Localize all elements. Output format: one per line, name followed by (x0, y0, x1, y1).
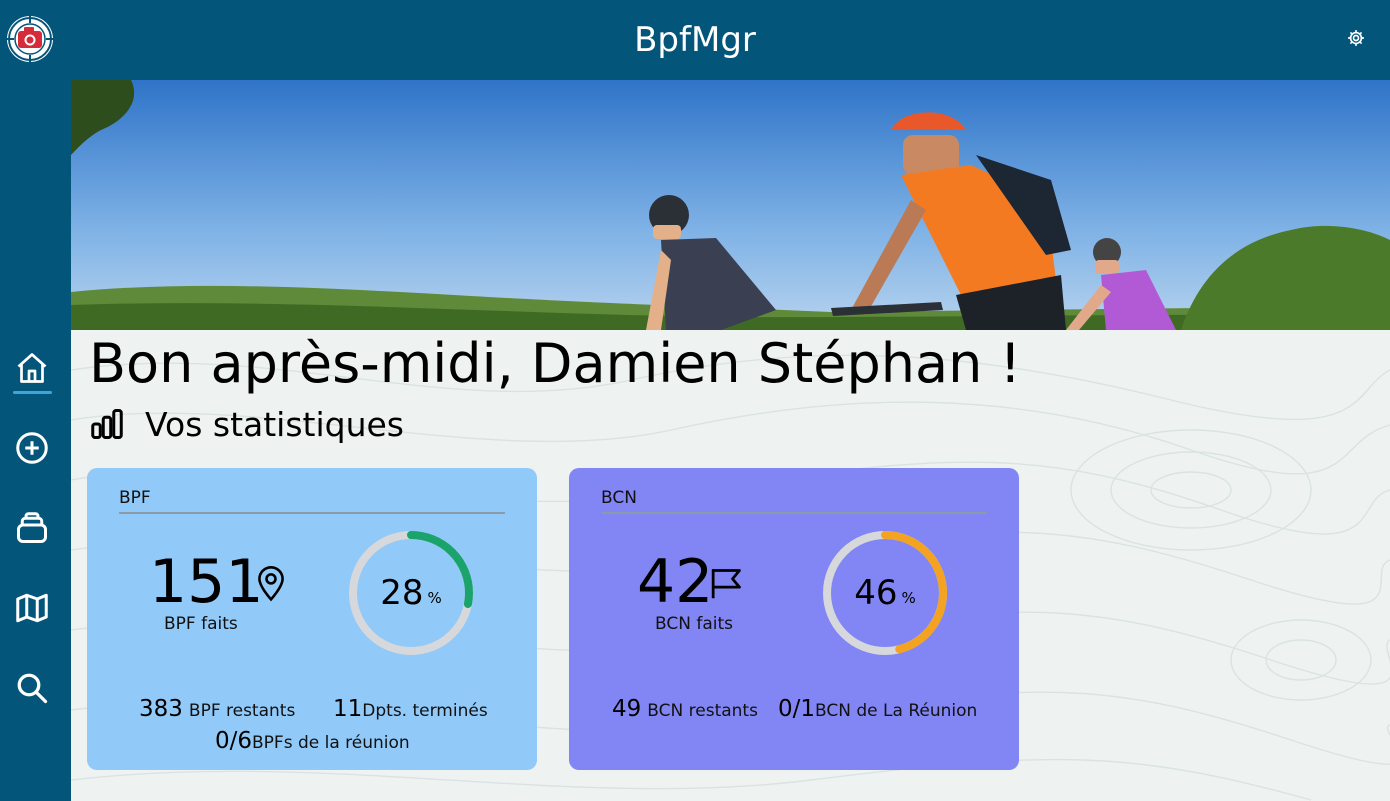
flag-icon (709, 566, 745, 604)
percent-sign: % (901, 589, 916, 607)
sidebar-item-add[interactable] (11, 424, 53, 472)
gear-icon[interactable] (1346, 28, 1366, 48)
bpf-reunion-value: 0/6 (215, 728, 253, 754)
stats-title: Vos statistiques (145, 404, 405, 444)
greeting-heading: Bon après-midi, Damien Stéphan ! (89, 332, 1022, 395)
sidebar-item-map[interactable] (11, 584, 53, 632)
bpf-progress-ring: 28 % (346, 528, 476, 658)
bpf-stats-card[interactable]: BPF 151 BPF faits 28 % 383 BPF restants 1… (87, 468, 537, 770)
bcn-progress-ring: 46 % (820, 528, 950, 658)
bcn-reunion-label: BCN de La Réunion (815, 701, 978, 721)
bpf-count: 151 (149, 547, 264, 617)
bpf-reunion-label: BPFs de la réunion (252, 733, 410, 753)
bpf-reunion-stat: 0/6BPFs de la réunion (215, 728, 410, 754)
active-nav-indicator (13, 391, 52, 394)
bcn-reunion-value: 0/1 (778, 696, 816, 722)
home-icon (17, 353, 47, 383)
bpf-depts-value: 11 (333, 696, 363, 722)
bpf-remaining-value: 383 (139, 696, 183, 722)
bcn-percent: 46 (854, 573, 898, 613)
card-label: BPF (119, 488, 151, 508)
sidebar-item-collection[interactable] (11, 504, 53, 552)
stats-header: Vos statistiques (89, 404, 404, 444)
bcn-stats-card[interactable]: BCN 42 BCN faits 46 % 49 BCN restants 0/1… (569, 468, 1019, 770)
bcn-reunion-stat: 0/1BCN de La Réunion (778, 696, 977, 722)
divider (119, 512, 505, 514)
layers-icon (17, 512, 47, 543)
percent-sign: % (427, 589, 442, 607)
bcn-count-label: BCN faits (655, 614, 734, 634)
map-icon (16, 593, 48, 623)
bar-chart-icon (91, 409, 123, 439)
top-bar: BpfMgr (0, 0, 1390, 80)
bcn-remaining-label: BCN restants (647, 701, 758, 721)
sidebar (0, 80, 71, 801)
hero-banner (71, 80, 1390, 330)
bcn-remaining-value: 49 (612, 696, 642, 722)
progress-label: 46 % (820, 528, 950, 658)
sidebar-item-search[interactable] (11, 664, 53, 712)
bpf-depts-label: Dpts. terminés (362, 701, 488, 721)
bpf-remaining-stat: 383 BPF restants (139, 696, 295, 722)
bcn-remaining-stat: 49 BCN restants (612, 696, 758, 722)
bpf-count-label: BPF faits (164, 614, 238, 634)
app-title: BpfMgr (634, 20, 756, 60)
bcn-count: 42 (637, 547, 714, 617)
progress-label: 28 % (346, 528, 476, 658)
main-content: Bon après-midi, Damien Stéphan ! Vos sta… (71, 80, 1390, 801)
map-pin-icon (255, 566, 287, 606)
bpf-percent: 28 (380, 573, 424, 613)
card-label: BCN (601, 488, 637, 508)
search-icon (17, 673, 48, 704)
bpf-remaining-label: BPF restants (188, 701, 296, 721)
add-circle-icon (16, 432, 48, 464)
divider (601, 512, 987, 514)
bpf-depts-stat: 11Dpts. terminés (333, 696, 488, 722)
sidebar-item-home[interactable] (11, 344, 53, 392)
